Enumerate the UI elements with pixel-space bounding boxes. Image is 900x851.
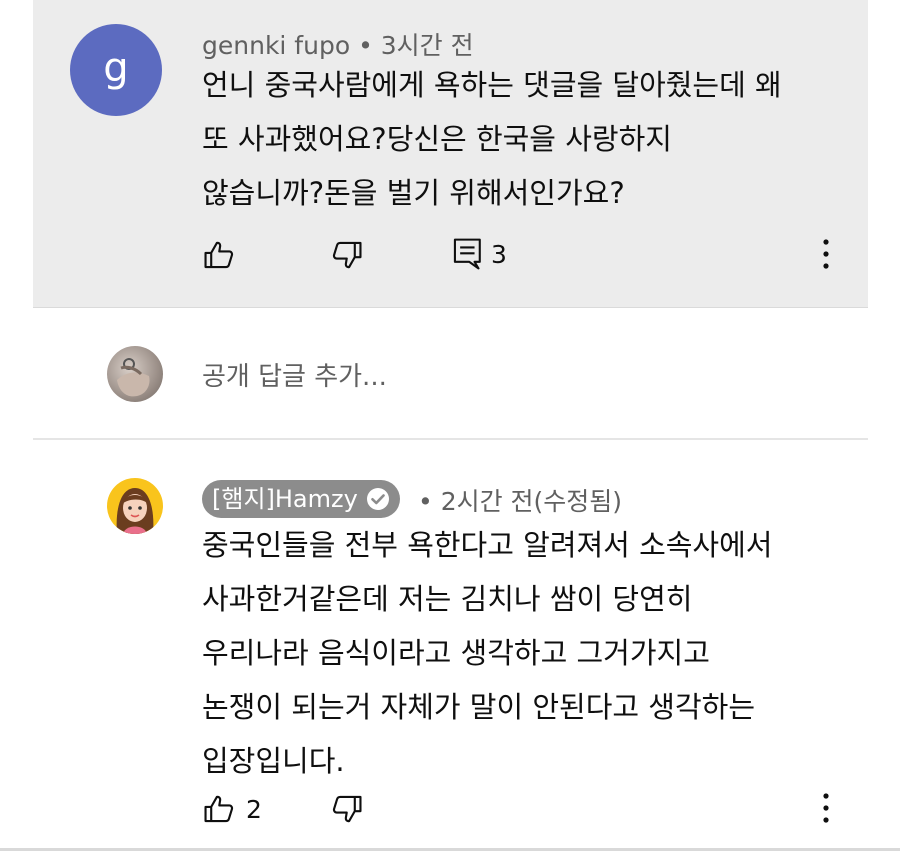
current-user-avatar xyxy=(107,346,163,402)
more-vertical-icon[interactable] xyxy=(814,790,838,826)
comment-meta: gennki fupo • 3시간 전 xyxy=(202,26,474,62)
comment-line: 않습니까?돈을 벌기 위해서인가요? xyxy=(202,176,625,210)
reply-author: [햄지]Hamzy xyxy=(212,485,358,513)
reply-line: 우리나라 음식이라고 생각하고 그거가지고 xyxy=(202,636,710,670)
thumbs-up-icon[interactable] xyxy=(202,792,236,826)
reply-body: 중국인들을 전부 욕한다고 알려져서 소속사에서 사과한거같은데 저는 김치나 … xyxy=(202,518,772,788)
reply-line: 중국인들을 전부 욕한다고 알려져서 소속사에서 xyxy=(202,528,773,562)
author-avatar[interactable]: g xyxy=(70,24,162,116)
reply-input[interactable]: 공개 답글 추가... xyxy=(202,356,387,393)
divider xyxy=(33,438,868,440)
reply-count[interactable]: 3 xyxy=(491,240,507,269)
comment-time: • 3시간 전 xyxy=(350,31,474,60)
comment-line: 언니 중국사람에게 욕하는 댓글을 달아줬는데 왜 xyxy=(202,68,782,102)
comment-body: 언니 중국사람에게 욕하는 댓글을 달아줬는데 왜 또 사과했어요?당신은 한국… xyxy=(202,58,782,220)
comment-icon[interactable] xyxy=(452,237,484,271)
thumbs-down-icon[interactable] xyxy=(330,238,364,272)
thumbs-down-icon[interactable] xyxy=(330,792,364,826)
like-count: 2 xyxy=(246,795,262,824)
reply-line: 사과한거같은데 저는 김치나 쌈이 당연히 xyxy=(202,582,693,616)
reply-line: 입장입니다. xyxy=(202,744,345,778)
thumbs-up-icon[interactable] xyxy=(202,238,236,272)
comment-author[interactable]: gennki fupo xyxy=(202,31,350,60)
comment-line: 또 사과했어요?당신은 한국을 사랑하지 xyxy=(202,122,672,156)
more-vertical-icon[interactable] xyxy=(814,236,838,272)
creator-badge[interactable]: [햄지]Hamzy xyxy=(202,480,400,518)
verified-check-icon xyxy=(366,488,389,510)
reply-line: 논쟁이 되는거 자체가 말이 안된다고 생각하는 xyxy=(202,690,756,724)
reply-time: • 2시간 전(수정됨) xyxy=(418,487,623,516)
creator-avatar[interactable] xyxy=(107,478,163,534)
